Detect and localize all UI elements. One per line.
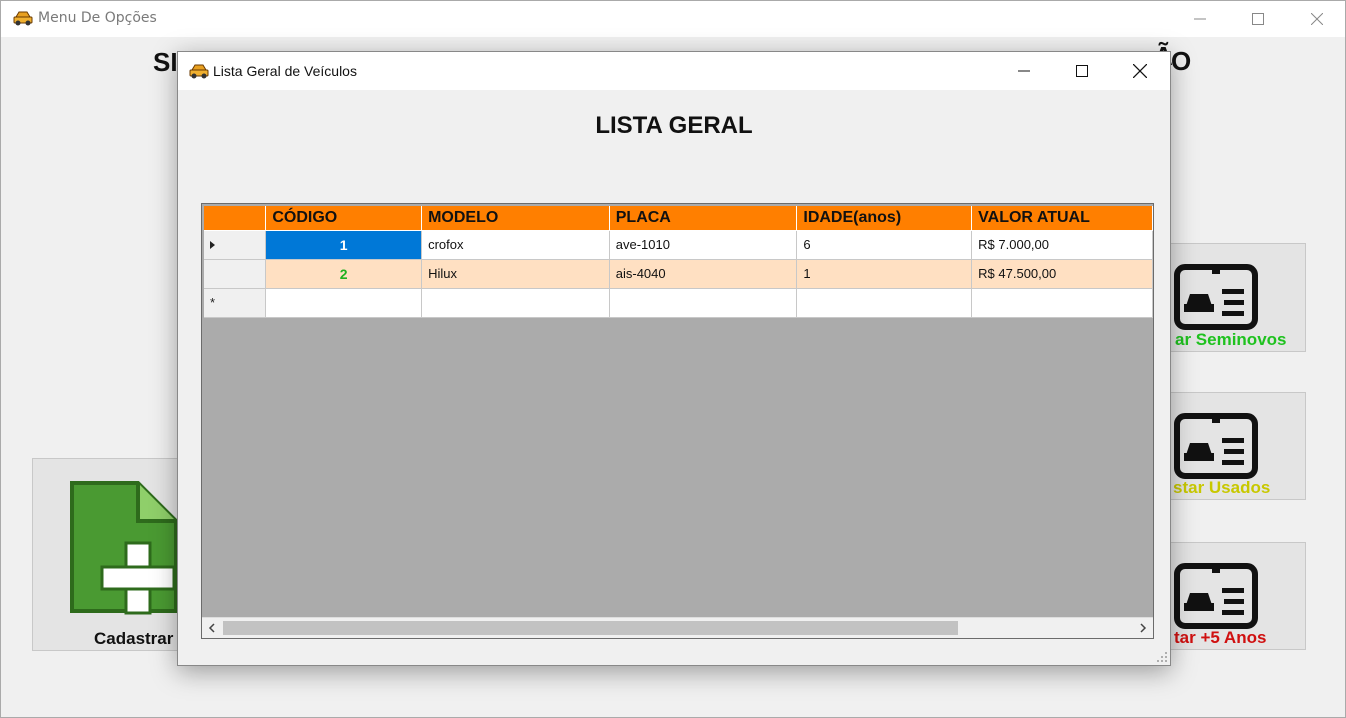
cell-placa[interactable]: ave-1010 (609, 230, 798, 260)
row-header-corner[interactable] (204, 206, 267, 231)
vehicle-card-icon (1174, 563, 1258, 629)
lista-geral-dialog: Lista Geral de Veículos LISTA GERAL CÓDI… (177, 51, 1171, 666)
dialog-close-button[interactable] (1111, 52, 1169, 90)
cell-valor[interactable] (971, 288, 1153, 318)
main-titlebar[interactable]: Menu De Opções (1, 1, 1345, 37)
vehicles-table: CÓDIGO MODELO PLACA IDADE(anos) VALOR AT… (204, 206, 1153, 318)
cell-valor[interactable]: R$ 7.000,00 (971, 230, 1153, 260)
dialog-title: Lista Geral de Veículos (213, 63, 357, 79)
cell-codigo[interactable]: 1 (265, 230, 423, 260)
listar-seminovos-label: ar Seminovos (1175, 330, 1287, 349)
column-header-modelo[interactable]: MODELO (421, 206, 610, 231)
new-row[interactable]: * (204, 288, 1153, 318)
column-header-valor[interactable]: VALOR ATUAL (971, 206, 1153, 231)
dialog-minimize-button[interactable] (995, 52, 1053, 90)
main-heading-left: SI (153, 47, 178, 77)
dialog-heading: LISTA GERAL (595, 112, 753, 139)
column-header-placa[interactable]: PLACA (609, 206, 798, 231)
cell-codigo[interactable] (265, 288, 423, 318)
listar-5-anos-button[interactable]: tar +5 Anos (1161, 542, 1306, 650)
table-row[interactable]: 1 crofox ave-1010 6 R$ 7.000,00 (204, 230, 1153, 260)
maximize-icon (1252, 13, 1264, 25)
cell-placa[interactable]: ais-4040 (609, 259, 798, 289)
dialog-maximize-button[interactable] (1053, 52, 1111, 90)
column-header-codigo[interactable]: CÓDIGO (265, 206, 423, 231)
chevron-right-icon (1140, 623, 1147, 633)
add-document-icon (70, 481, 178, 615)
cell-modelo[interactable] (421, 288, 610, 318)
scroll-right-button[interactable] (1133, 618, 1153, 638)
chevron-left-icon (208, 623, 215, 633)
dialog-titlebar[interactable]: Lista Geral de Veículos (178, 52, 1170, 90)
row-header[interactable]: * (204, 288, 267, 318)
listar-usados-label: star Usados (1173, 478, 1271, 497)
cadastrar-label: Cadastrar (94, 629, 174, 648)
grid-header-row: CÓDIGO MODELO PLACA IDADE(anos) VALOR AT… (204, 206, 1153, 231)
maximize-icon (1076, 65, 1088, 77)
main-heading-tail: O (1171, 46, 1192, 76)
cell-codigo[interactable]: 2 (265, 259, 423, 289)
current-row-arrow-icon (210, 240, 215, 249)
horizontal-scrollbar[interactable] (202, 617, 1153, 638)
scroll-left-button[interactable] (202, 618, 222, 638)
row-header[interactable] (204, 230, 267, 260)
resize-grip-icon[interactable] (1157, 652, 1167, 662)
car-icon (189, 64, 209, 79)
cell-placa[interactable] (609, 288, 798, 318)
cell-valor[interactable]: R$ 47.500,00 (971, 259, 1153, 289)
cell-idade[interactable]: 6 (796, 230, 973, 260)
cell-idade[interactable] (796, 288, 973, 318)
table-row[interactable]: 2 Hilux ais-4040 1 R$ 47.500,00 (204, 259, 1153, 289)
cell-modelo[interactable]: Hilux (421, 259, 610, 289)
close-icon (1311, 13, 1323, 25)
listar-seminovos-button[interactable]: ar Seminovos (1161, 243, 1306, 352)
main-window-title: Menu De Opções (38, 10, 157, 26)
car-icon (13, 11, 33, 26)
cell-modelo[interactable]: crofox (421, 230, 610, 260)
row-header[interactable] (204, 259, 267, 289)
cadastrar-button[interactable]: Cadastrar (32, 458, 192, 651)
minimize-icon (1194, 18, 1206, 20)
listar-5-anos-label: tar +5 Anos (1174, 628, 1267, 647)
column-header-idade[interactable]: IDADE(anos) (796, 206, 973, 231)
new-row-marker-icon: * (210, 294, 216, 310)
minimize-icon (1018, 70, 1030, 72)
vehicle-card-icon (1174, 413, 1258, 479)
listar-usados-button[interactable]: star Usados (1161, 392, 1306, 500)
main-close-button[interactable] (1288, 1, 1346, 37)
main-minimize-button[interactable] (1171, 1, 1229, 37)
vehicles-grid[interactable]: CÓDIGO MODELO PLACA IDADE(anos) VALOR AT… (201, 203, 1154, 639)
cell-idade[interactable]: 1 (796, 259, 973, 289)
scrollbar-thumb[interactable] (223, 621, 958, 635)
vehicle-card-icon (1174, 264, 1258, 330)
main-maximize-button[interactable] (1229, 1, 1287, 37)
close-icon (1133, 64, 1147, 78)
